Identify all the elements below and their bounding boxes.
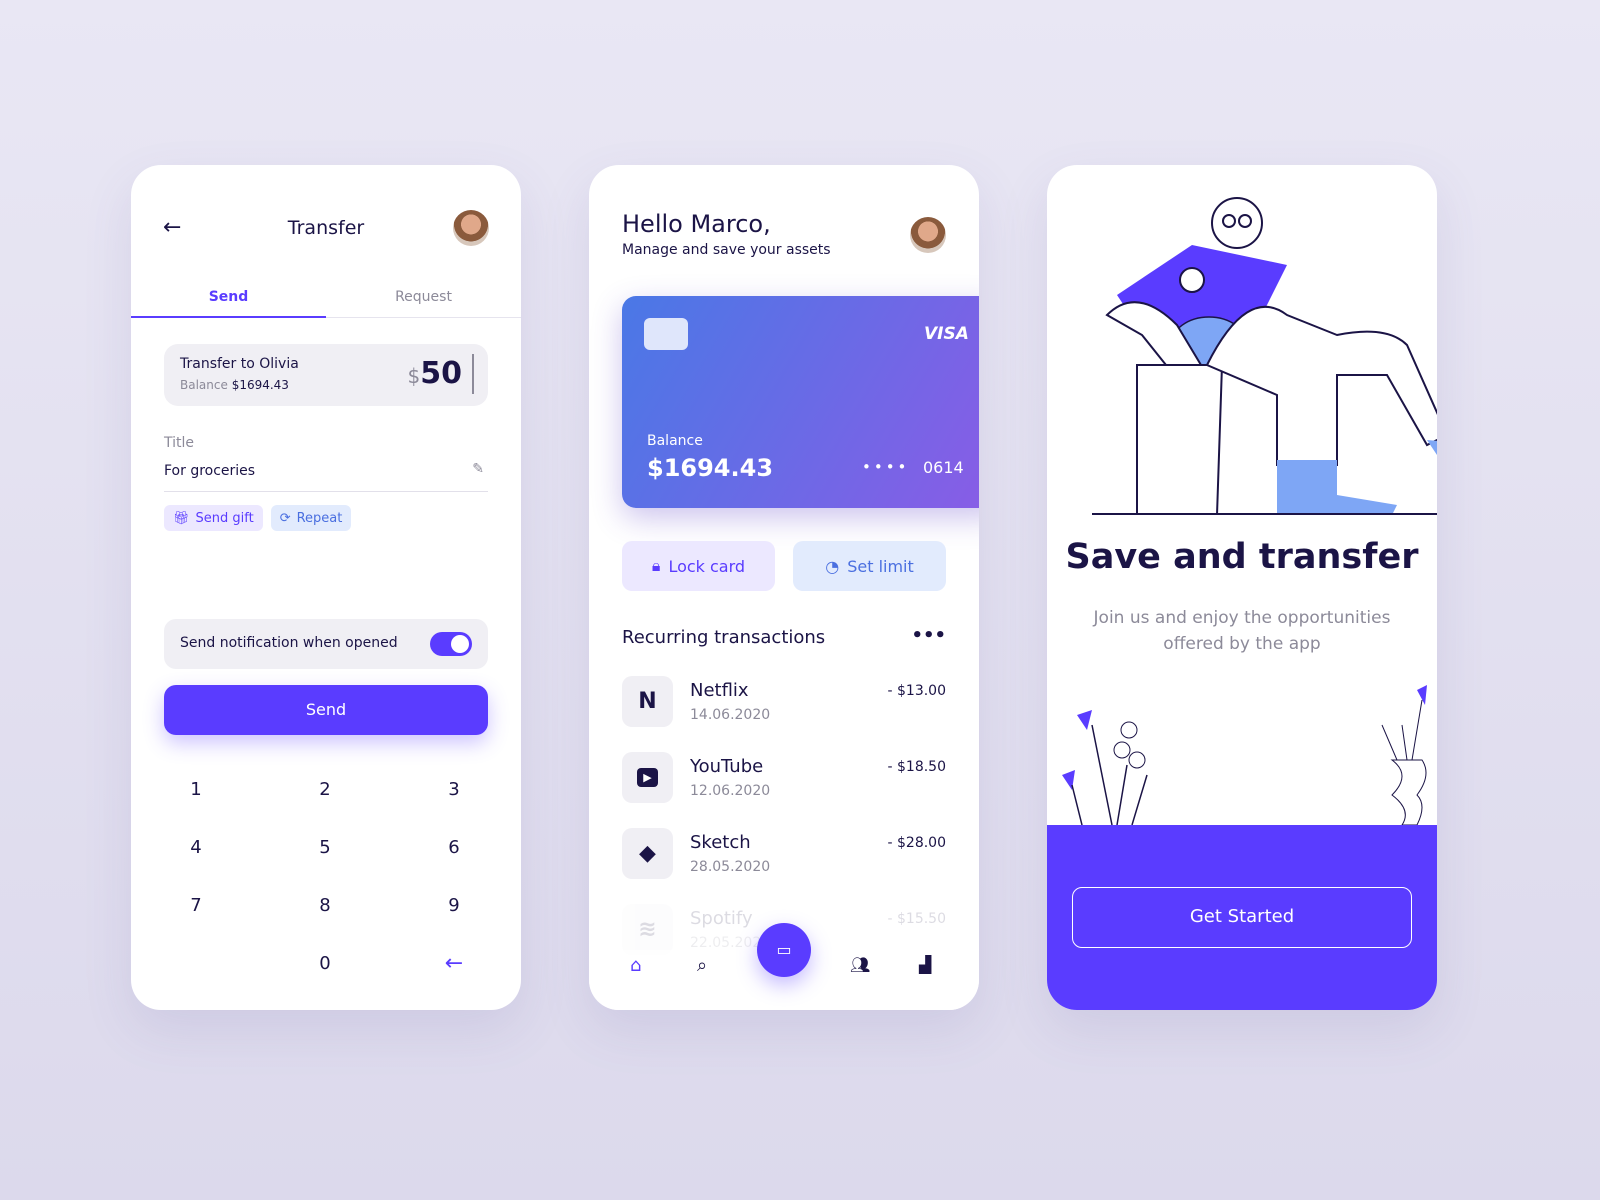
key-3[interactable]: 3 <box>424 779 484 800</box>
flowers-illustration <box>1062 685 1427 825</box>
wallet-icon: ▭ <box>776 940 792 959</box>
netflix-icon: N <box>622 676 673 727</box>
transfer-screen: ← Transfer Send Request Transfer to Oliv… <box>131 165 521 1010</box>
card-balance-label: Balance <box>647 433 703 449</box>
lock-icon: 🔒︎ <box>651 556 661 575</box>
backspace-icon[interactable]: ← <box>424 951 484 976</box>
key-0[interactable]: 0 <box>295 953 355 974</box>
section-title: Recurring transactions <box>622 627 826 648</box>
title-label: Title <box>164 435 195 451</box>
key-8[interactable]: 8 <box>295 895 355 916</box>
chip-icon <box>644 318 688 350</box>
sketch-icon: ◆ <box>622 828 673 879</box>
youtube-icon: ▶ <box>622 752 673 803</box>
visa-logo: VISA <box>924 324 969 344</box>
nav-stats-icon[interactable]: ▟ <box>919 955 931 974</box>
tab-send[interactable]: Send <box>131 289 326 305</box>
amount: 50 <box>420 356 462 391</box>
nav-home-icon[interactable]: ⌂ <box>630 955 641 976</box>
key-5[interactable]: 5 <box>295 837 355 858</box>
notification-row: Send notification when opened <box>164 619 488 669</box>
cta-panel: Get Started <box>1047 825 1437 1010</box>
set-limit-button[interactable]: ◔ Set limit <box>793 541 946 591</box>
key-2[interactable]: 2 <box>295 779 355 800</box>
tab-indicator <box>131 316 326 318</box>
nav-wallet-button[interactable]: ▭ <box>757 923 811 977</box>
key-9[interactable]: 9 <box>424 895 484 916</box>
notification-toggle[interactable] <box>430 632 472 656</box>
currency: $ <box>407 364 421 388</box>
recipient: Transfer to Olivia <box>180 356 299 372</box>
person-with-piggy-bank-illustration <box>1092 197 1437 515</box>
repeat-icon: ⟳ <box>279 510 291 526</box>
key-4[interactable]: 4 <box>166 837 226 858</box>
avatar[interactable] <box>453 210 489 246</box>
cursor <box>472 354 474 394</box>
repeat-chip[interactable]: ⟳ Repeat <box>270 505 352 531</box>
card-balance: $1694.43 <box>647 454 774 482</box>
key-6[interactable]: 6 <box>424 837 484 858</box>
title-input[interactable]: For groceries ✎ <box>164 461 488 492</box>
bank-card[interactable]: VISA Balance $1694.43 •••• 0614 <box>622 296 979 508</box>
nav-search-icon[interactable]: ⌕ <box>697 955 707 976</box>
lock-card-button[interactable]: 🔒︎ Lock card <box>622 541 775 591</box>
onboarding-title: Save and transfer <box>1065 537 1419 577</box>
send-gift-chip[interactable]: 🎁︎ Send gift <box>164 505 263 531</box>
subtitle: Manage and save your assets <box>622 242 831 258</box>
key-7[interactable]: 7 <box>166 895 226 916</box>
gauge-icon: ◔ <box>825 556 840 576</box>
card-last4: 0614 <box>923 458 964 477</box>
balance: $1694.43 <box>231 378 289 392</box>
notification-label: Send notification when opened <box>180 635 398 651</box>
nav-contacts-icon[interactable]: 👥︎ <box>850 955 870 974</box>
amount-box[interactable]: Transfer to Olivia Balance $1694.43 $50 <box>164 344 488 406</box>
card-mask: •••• <box>862 458 910 476</box>
get-started-button[interactable]: Get Started <box>1072 887 1412 948</box>
onboarding-subtitle: Join us and enjoy the opportunities offe… <box>1093 608 1391 654</box>
gift-icon: 🎁︎ <box>173 510 190 526</box>
pencil-icon[interactable]: ✎ <box>472 461 484 477</box>
key-1[interactable]: 1 <box>166 779 226 800</box>
send-button[interactable]: Send <box>164 685 488 735</box>
onboarding-screen: Save and transfer Join us and enjoy the … <box>1047 165 1437 1010</box>
greeting: Hello Marco, <box>622 210 771 238</box>
balance-label: Balance <box>180 378 228 392</box>
avatar[interactable] <box>910 217 946 253</box>
title-value: For groceries <box>164 463 256 479</box>
more-icon[interactable]: ••• <box>911 625 946 646</box>
home-screen: Hello Marco, Manage and save your assets… <box>589 165 979 1010</box>
tab-request[interactable]: Request <box>326 289 521 305</box>
spotify-icon: ≋ <box>622 904 673 955</box>
